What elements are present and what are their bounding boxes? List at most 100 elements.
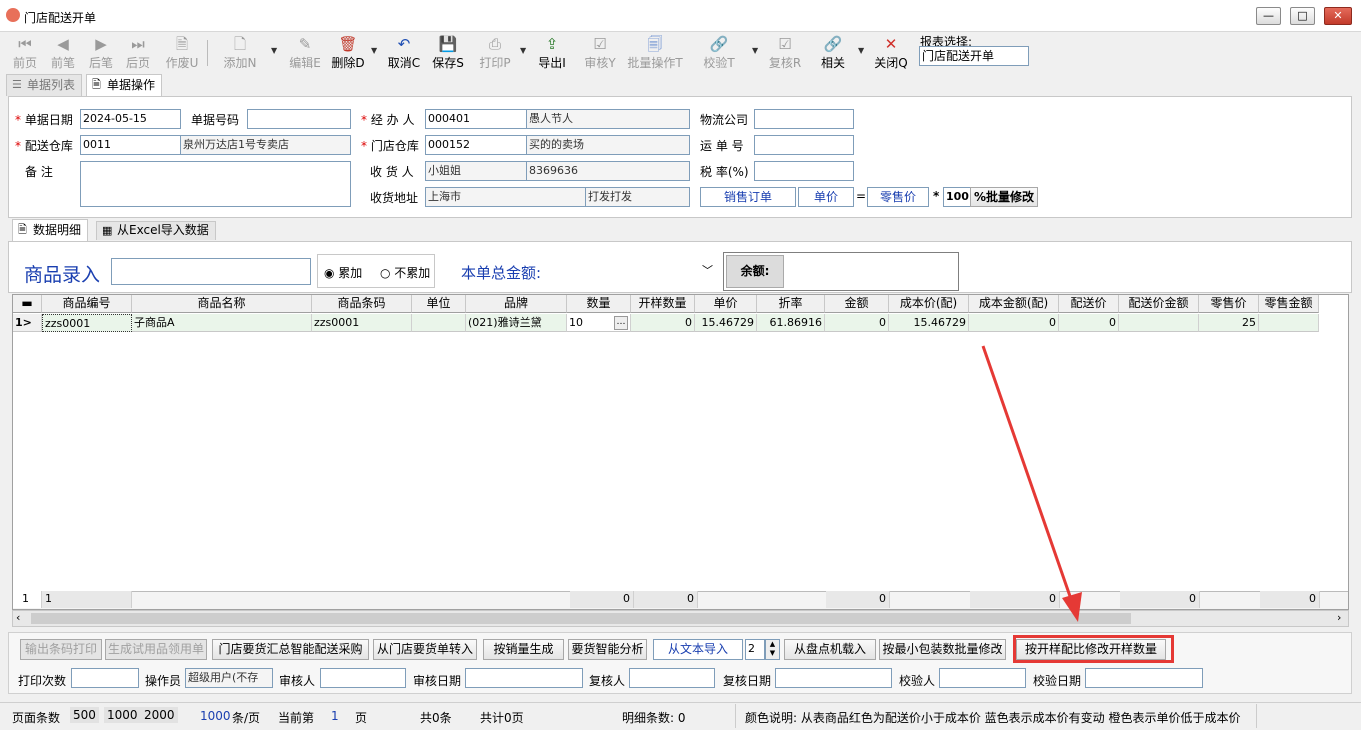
recheck-date-field[interactable] bbox=[775, 668, 892, 688]
table-cell[interactable]: 61.86916 bbox=[757, 314, 825, 332]
first-page-button[interactable]: ⏮ 前页 bbox=[8, 34, 42, 72]
last-page-button[interactable]: ⏭ 后页 bbox=[121, 34, 155, 72]
table-cell[interactable]: zzs0001 bbox=[312, 314, 412, 332]
tab-document-list[interactable]: ☰ 单据列表 bbox=[6, 74, 83, 96]
scrollbar-thumb[interactable] bbox=[31, 613, 1131, 624]
table-cell[interactable] bbox=[412, 314, 466, 332]
table-cell[interactable]: 0 bbox=[631, 314, 695, 332]
row-indicator[interactable]: 1> bbox=[13, 314, 42, 332]
radio-accumulate[interactable]: ◉ 累加 bbox=[324, 264, 362, 281]
table-cell[interactable]: 25 bbox=[1199, 314, 1259, 332]
column-header[interactable]: 成本价(配) bbox=[889, 295, 969, 313]
radio-no-accumulate[interactable]: ○ 不累加 bbox=[380, 264, 430, 281]
close-window-button[interactable]: ✕ bbox=[1324, 7, 1352, 25]
address-field-2[interactable]: 打发打发 bbox=[585, 187, 690, 207]
audit-date-field[interactable] bbox=[465, 668, 583, 688]
column-header[interactable]: 商品条码 bbox=[312, 295, 412, 313]
from-inventory-button[interactable]: 从盘点机载入 bbox=[784, 639, 876, 660]
table-cell[interactable]: 15.46729 bbox=[695, 314, 757, 332]
warehouse-code-field[interactable]: 0011 bbox=[80, 135, 181, 155]
batch-modify-button[interactable]: %批量修改 bbox=[970, 187, 1038, 207]
table-cell[interactable]: 子商品A bbox=[132, 314, 312, 332]
recheck-button[interactable]: ☑ 复核R bbox=[766, 34, 804, 72]
column-header[interactable]: 折率 bbox=[757, 295, 825, 313]
sales-order-button[interactable]: 销售订单 bbox=[700, 187, 796, 207]
verify-dropdown-icon[interactable]: ▼ bbox=[752, 46, 758, 55]
chevron-down-icon[interactable]: ﹀ bbox=[702, 262, 713, 278]
delete-dropdown-icon[interactable]: ▼ bbox=[371, 46, 377, 55]
per-page-value[interactable]: 1000 bbox=[200, 709, 231, 723]
column-header[interactable]: 商品名称 bbox=[132, 295, 312, 313]
column-header[interactable]: 配送价 bbox=[1059, 295, 1119, 313]
report-select[interactable]: 门店配送开单 bbox=[919, 46, 1029, 66]
save-button[interactable]: 💾 保存S bbox=[430, 34, 466, 72]
store-code-field[interactable]: 000152 bbox=[425, 135, 527, 155]
ellipsis-button[interactable]: … bbox=[614, 316, 628, 330]
rows-500-button[interactable]: 500 bbox=[70, 707, 99, 723]
column-header[interactable]: 开样数量 bbox=[631, 295, 695, 313]
column-header[interactable]: 数量 bbox=[567, 295, 631, 313]
address-field-1[interactable]: 上海市 bbox=[425, 187, 586, 207]
doc-no-field[interactable] bbox=[247, 109, 351, 129]
print-button[interactable]: ⎙ 打印P bbox=[477, 34, 513, 72]
rechecker-field[interactable] bbox=[629, 668, 715, 688]
delete-button[interactable]: 🗑 删除D bbox=[329, 34, 367, 72]
tab-document-operation[interactable]: 🗎 单据操作 bbox=[86, 74, 163, 97]
minimize-button[interactable]: — bbox=[1256, 7, 1281, 25]
print-dropdown-icon[interactable]: ▼ bbox=[520, 46, 526, 55]
from-text-button[interactable]: 从文本导入 bbox=[653, 639, 743, 660]
tab-import-excel[interactable]: ▦ 从Excel导入数据 bbox=[96, 221, 216, 240]
column-header[interactable]: 零售价 bbox=[1199, 295, 1259, 313]
scroll-right-icon[interactable]: › bbox=[1337, 611, 1341, 624]
min-pack-button[interactable]: 按最小包装数批量修改 bbox=[879, 639, 1006, 660]
receiver-field[interactable]: 小姐姐 bbox=[425, 161, 527, 181]
audit-button[interactable]: ☑ 审核Y bbox=[581, 34, 619, 72]
column-header[interactable]: 零售金额 bbox=[1259, 295, 1319, 313]
column-header[interactable]: 成本金额(配) bbox=[969, 295, 1059, 313]
table-cell[interactable]: (021)雅诗兰黛 bbox=[466, 314, 567, 332]
receiver-phone-field[interactable]: 8369636 bbox=[526, 161, 690, 181]
by-sales-button[interactable]: 按销量生成 bbox=[483, 639, 564, 660]
prev-record-button[interactable]: ◀ 前笔 bbox=[46, 34, 80, 72]
next-record-button[interactable]: ▶ 后笔 bbox=[84, 34, 118, 72]
operator-field[interactable]: 超级用户(不存 bbox=[185, 668, 273, 688]
column-header[interactable]: 单价 bbox=[695, 295, 757, 313]
rows-1000-button[interactable]: 1000 bbox=[104, 707, 141, 723]
scroll-left-icon[interactable]: ‹ bbox=[16, 611, 20, 624]
row-selector-header[interactable]: ▬ bbox=[13, 295, 42, 313]
tax-rate-field[interactable] bbox=[754, 161, 854, 181]
logistics-field[interactable] bbox=[754, 109, 854, 129]
verify-button[interactable]: 🔗 校验T bbox=[700, 34, 738, 72]
unit-price-button[interactable]: 单价 bbox=[798, 187, 854, 207]
product-entry-input[interactable] bbox=[111, 258, 311, 285]
edit-button[interactable]: ✎ 编辑E bbox=[286, 34, 324, 72]
related-button[interactable]: 🔗 相关 bbox=[815, 34, 851, 72]
void-button[interactable]: 🗎 作废U bbox=[162, 34, 202, 72]
related-dropdown-icon[interactable]: ▼ bbox=[858, 46, 864, 55]
handler-code-field[interactable]: 000401 bbox=[425, 109, 527, 129]
barcode-print-button[interactable]: 输出条码打印 bbox=[20, 639, 102, 660]
table-cell[interactable]: 0 bbox=[1059, 314, 1119, 332]
column-header[interactable]: 配送价金额 bbox=[1119, 295, 1199, 313]
cancel-button[interactable]: ↶ 取消C bbox=[386, 34, 422, 72]
print-count-field[interactable] bbox=[71, 668, 139, 688]
retail-price-button[interactable]: 零售价 bbox=[867, 187, 929, 207]
spin-arrows-icon[interactable]: ▲ ▼ bbox=[765, 639, 780, 660]
waybill-field[interactable] bbox=[754, 135, 854, 155]
tab-data-detail[interactable]: 🗎 数据明细 bbox=[12, 219, 89, 242]
column-header[interactable]: 品牌 bbox=[466, 295, 567, 313]
table-cell[interactable]: 0 bbox=[969, 314, 1059, 332]
table-cell[interactable]: 15.46729 bbox=[889, 314, 969, 332]
table-cell[interactable] bbox=[1119, 314, 1199, 332]
note-field[interactable] bbox=[80, 161, 351, 207]
column-header[interactable]: 单位 bbox=[412, 295, 466, 313]
table-cell[interactable]: 0 bbox=[825, 314, 889, 332]
verify-date-field[interactable] bbox=[1085, 668, 1203, 688]
percent-field[interactable]: 100 bbox=[943, 187, 971, 207]
rows-2000-button[interactable]: 2000 bbox=[141, 707, 178, 723]
trial-receipt-button[interactable]: 生成试用品领用单 bbox=[105, 639, 207, 660]
current-page-value[interactable]: 1 bbox=[331, 709, 339, 723]
column-header[interactable]: 商品编号 bbox=[42, 295, 132, 313]
date-field[interactable]: 2024-05-15 bbox=[80, 109, 181, 129]
horizontal-scrollbar[interactable]: ‹ › bbox=[12, 610, 1349, 627]
